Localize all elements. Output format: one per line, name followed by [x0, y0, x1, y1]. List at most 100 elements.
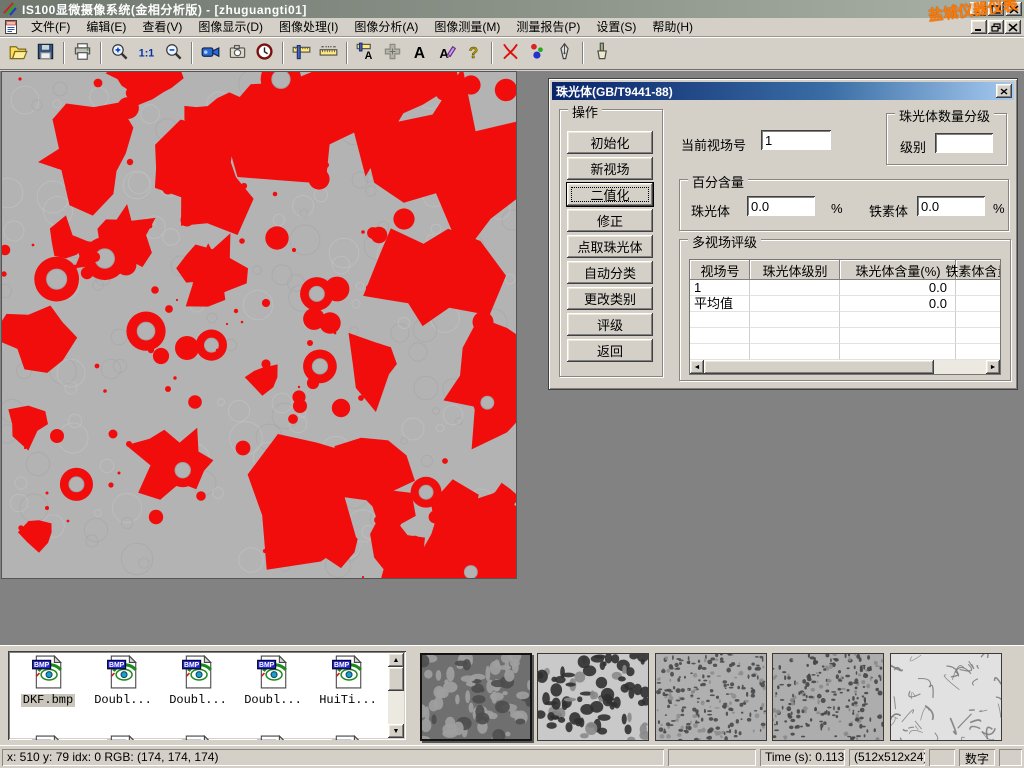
grid-tool-button[interactable]	[379, 40, 406, 67]
file-list-scrollbar[interactable]: ▲ ▼	[388, 653, 404, 738]
file-item[interactable]: BMP	[162, 735, 234, 740]
svg-text:BMP: BMP	[334, 662, 350, 669]
child-restore-button[interactable]	[988, 20, 1004, 34]
print-button[interactable]	[69, 40, 96, 67]
menu-item-7[interactable]: 图像测量(M)	[426, 16, 508, 38]
file-item[interactable]: BMPDKF.bmp	[12, 655, 84, 707]
svg-text:BMP: BMP	[109, 662, 125, 669]
level-input[interactable]	[935, 133, 993, 153]
capture-button[interactable]	[224, 40, 251, 67]
rate-button[interactable]: 评级	[567, 313, 653, 336]
table-cell	[840, 312, 956, 328]
child-minimize-button[interactable]	[971, 20, 987, 34]
actual-size-button[interactable]: 1:1	[133, 40, 160, 67]
ferrite-percent-input[interactable]	[917, 196, 985, 216]
menu-item-1[interactable]: 文件(F)	[23, 16, 78, 38]
scroll-right-arrow[interactable]: ►	[986, 360, 1000, 374]
child-close-button[interactable]	[1005, 20, 1021, 34]
pen-tool-button[interactable]	[551, 40, 578, 67]
menu-item-2[interactable]: 编辑(E)	[78, 16, 134, 38]
current-field-label: 当前视场号	[681, 135, 746, 154]
menu-item-10[interactable]: 帮助(H)	[644, 16, 701, 38]
child-window-buttons	[971, 20, 1021, 34]
timer-button[interactable]	[251, 40, 278, 67]
correct-button[interactable]: 修正	[567, 209, 653, 232]
brush-tool-button[interactable]	[588, 40, 615, 67]
metallographic-image[interactable]	[2, 72, 516, 578]
table-horizontal-scrollbar[interactable]: ◄ ►	[690, 360, 1000, 374]
thumbnail-5[interactable]	[890, 653, 1002, 741]
save-button[interactable]	[32, 40, 59, 67]
close-button[interactable]	[1006, 2, 1022, 16]
curve-tool-icon	[501, 42, 520, 64]
menu-item-9[interactable]: 设置(S)	[588, 16, 644, 38]
video-camera-icon	[201, 42, 220, 64]
file-item[interactable]: BMPDoubl...	[87, 655, 159, 707]
thumbnail-3[interactable]	[655, 653, 767, 741]
file-item[interactable]: BMP	[12, 735, 84, 740]
pen-tool-icon	[555, 42, 574, 64]
maximize-button[interactable]	[988, 2, 1004, 16]
file-item[interactable]: BMP	[312, 735, 384, 740]
pearlite-percent-input[interactable]	[747, 196, 815, 216]
return-button[interactable]: 返回	[567, 339, 653, 362]
open-button[interactable]	[5, 40, 32, 67]
menu-item-6[interactable]: 图像分析(A)	[346, 16, 426, 38]
zoom-in-button[interactable]	[106, 40, 133, 67]
file-list: BMPBMPBMPBMPBMPBMPHuiTi...BMPDoubl...BMP…	[8, 651, 406, 740]
file-item[interactable]: BMPDoubl...	[237, 655, 309, 707]
minimize-button[interactable]	[970, 2, 986, 16]
scroll-up-arrow[interactable]: ▲	[388, 653, 404, 667]
file-item[interactable]: BMP	[87, 735, 159, 740]
menu-item-4[interactable]: 图像显示(D)	[190, 16, 271, 38]
column-header[interactable]: 珠光体含量(%)	[840, 260, 956, 280]
curve-tool-button[interactable]	[497, 40, 524, 67]
table-row[interactable]	[690, 344, 1001, 360]
help-button[interactable]: ?	[460, 40, 487, 67]
table-row[interactable]	[690, 328, 1001, 344]
text-button[interactable]: A	[406, 40, 433, 67]
table-cell	[750, 312, 840, 328]
file-item[interactable]: BMP	[237, 735, 309, 740]
menu-item-5[interactable]: 图像处理(I)	[271, 16, 346, 38]
new-field-button[interactable]: 新视场	[567, 157, 653, 180]
dialog-close-button[interactable]	[996, 84, 1012, 98]
change-class-button[interactable]: 更改类别	[567, 287, 653, 310]
file-item[interactable]: BMPDoubl...	[162, 655, 234, 707]
menu-bar: 文件(F)编辑(E)查看(V)图像显示(D)图像处理(I)图像分析(A)图像测量…	[0, 18, 1024, 37]
bmp-file-icon: BMP	[31, 655, 65, 689]
table-row[interactable]: 平均值0.0	[690, 296, 1001, 312]
current-field-input[interactable]	[761, 130, 831, 150]
table-row[interactable]: 10.0	[690, 280, 1001, 296]
scroll-left-arrow[interactable]: ◄	[690, 360, 704, 374]
thumbnail-2[interactable]	[537, 653, 649, 741]
dialog-title: 珠光体(GB/T9441-88)	[556, 83, 673, 100]
ruler-button[interactable]	[315, 40, 342, 67]
init-button[interactable]: 初始化	[567, 131, 653, 154]
menu-item-8[interactable]: 测量报告(P)	[508, 16, 588, 38]
column-header[interactable]: 视场号	[690, 260, 750, 280]
scrollbar-thumb[interactable]	[388, 667, 404, 691]
annotate-button[interactable]: A	[433, 40, 460, 67]
dialog-title-bar[interactable]: 珠光体(GB/T9441-88)	[552, 82, 1014, 100]
document-icon[interactable]	[3, 19, 19, 35]
video-camera-button[interactable]	[197, 40, 224, 67]
file-item[interactable]: BMPHuiTi...	[312, 655, 384, 707]
column-header[interactable]: 珠光体级别	[750, 260, 840, 280]
thumbnail-4[interactable]	[772, 653, 884, 741]
caliper-button[interactable]	[288, 40, 315, 67]
auto-classify-button[interactable]: 自动分类	[567, 261, 653, 284]
menu-item-3[interactable]: 查看(V)	[134, 16, 190, 38]
measure-text-button[interactable]: A	[352, 40, 379, 67]
binarize-button[interactable]: 二值化	[567, 183, 653, 206]
scroll-down-arrow[interactable]: ▼	[388, 724, 404, 738]
table-row[interactable]	[690, 312, 1001, 328]
pick-pearlite-button[interactable]: 点取珠光体	[567, 235, 653, 258]
column-header[interactable]: 铁素体含量(%)	[956, 260, 1001, 280]
thumbnail-1[interactable]	[420, 653, 532, 741]
save-icon	[36, 42, 55, 64]
scrollbar-thumb[interactable]	[704, 360, 934, 374]
zoom-out-button[interactable]	[160, 40, 187, 67]
svg-text:BMP: BMP	[184, 662, 200, 669]
particles-button[interactable]	[524, 40, 551, 67]
